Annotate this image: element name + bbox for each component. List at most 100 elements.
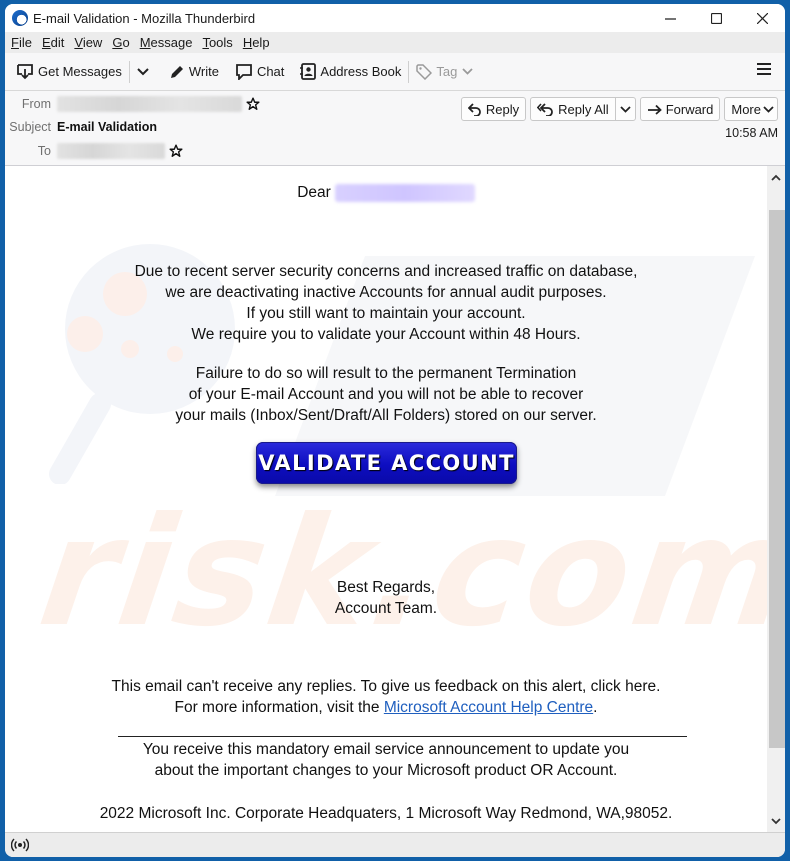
chat-icon	[236, 63, 252, 80]
chevron-down-icon	[137, 67, 149, 75]
forward-label: Forward	[665, 101, 714, 117]
get-messages-dropdown[interactable]	[132, 58, 158, 86]
chevron-down-icon	[462, 68, 473, 75]
get-messages-label: Get Messages	[38, 64, 122, 79]
toolbar-separator	[128, 60, 130, 83]
menu-go-label: o	[122, 35, 130, 50]
minimize-icon	[664, 17, 676, 20]
menu-file-label: ile	[18, 35, 32, 50]
menu-file[interactable]: File	[7, 35, 36, 50]
paragraph-line: If you still want to maintain your accou…	[246, 305, 526, 322]
footer-help-suffix: .	[593, 699, 598, 716]
recipient-name-redacted	[334, 184, 475, 202]
window-controls	[647, 4, 785, 32]
hamburger-menu-icon	[757, 63, 771, 75]
divider	[118, 736, 687, 737]
chevron-down-icon	[771, 817, 781, 824]
greeting: Dear	[5, 184, 767, 202]
menu-view-label: iew	[82, 35, 103, 50]
forward-button[interactable]: Forward	[639, 97, 721, 121]
paragraph-line: We require you to validate your Account …	[191, 326, 581, 343]
menu-file-accel: F	[11, 35, 19, 50]
from-label: From	[21, 97, 51, 111]
maximize-icon	[710, 12, 722, 24]
tag-icon	[416, 63, 433, 80]
more-button[interactable]: More	[724, 97, 778, 121]
reply-all-split-button: Reply All	[530, 97, 636, 121]
vertical-scrollbar[interactable]	[767, 166, 785, 832]
reply-button[interactable]: Reply	[460, 97, 527, 121]
reply-all-label: Reply All	[558, 101, 609, 117]
menu-message-accel: M	[139, 35, 151, 50]
signoff-line: Best Regards,	[336, 579, 436, 596]
menu-view[interactable]: View	[70, 35, 106, 50]
write-button[interactable]: Write	[164, 58, 224, 86]
minimize-button[interactable]	[647, 4, 693, 32]
address-book-button[interactable]: Address Book	[295, 58, 406, 86]
subject-value: E-mail Validation	[57, 120, 158, 134]
message-time: 10:58 AM	[725, 126, 778, 140]
menu-edit-accel: E	[41, 35, 51, 50]
address-book-icon	[300, 63, 317, 80]
scrollbar-thumb[interactable]	[769, 210, 785, 748]
address-book-label: Address Book	[320, 64, 402, 79]
help-centre-link[interactable]: Microsoft Account Help Centre	[384, 699, 593, 716]
reply-all-dropdown[interactable]	[614, 98, 635, 120]
to-row: To	[5, 143, 183, 159]
get-messages-button[interactable]: Get Messages	[11, 58, 127, 86]
chevron-up-icon	[771, 174, 781, 181]
menu-go[interactable]: Go	[108, 35, 133, 50]
star-icon[interactable]	[246, 97, 260, 111]
menu-help[interactable]: Help	[239, 35, 274, 50]
menu-bar: File Edit View Go Message Tools Help	[5, 32, 785, 53]
footer-help-line: For more information, visit the Microsof…	[5, 697, 767, 718]
menu-help-label: elp	[252, 35, 270, 50]
footer-reply-notice: This email can't receive any replies. To…	[111, 678, 661, 695]
menu-help-accel: H	[242, 35, 253, 50]
paragraph-line: your mails (Inbox/Sent/Draft/All Folders…	[175, 407, 597, 424]
window-title: E-mail Validation - Mozilla Thunderbird	[33, 10, 256, 26]
message-body: risk.com Dear Due to recent server secur…	[5, 166, 785, 832]
signoff: Best Regards, Account Team.	[5, 577, 767, 619]
menu-view-accel: V	[74, 35, 83, 50]
message-actions: Reply Reply All Forward More	[460, 97, 778, 121]
app-menu-button[interactable]	[757, 62, 771, 80]
chat-button[interactable]: Chat	[230, 58, 289, 86]
more-label: More	[731, 101, 761, 117]
menu-edit[interactable]: Edit	[38, 35, 68, 50]
paragraph-termination: Failure to do so will result to the perm…	[5, 363, 767, 426]
scroll-up-button[interactable]	[767, 168, 785, 186]
thunderbird-window: E-mail Validation - Mozilla Thunderbird …	[5, 4, 785, 857]
menu-message[interactable]: Message	[136, 35, 197, 50]
online-status-icon[interactable]	[11, 838, 29, 852]
sender-address-redacted[interactable]	[57, 96, 242, 112]
status-bar	[5, 832, 785, 857]
title-bar: E-mail Validation - Mozilla Thunderbird	[5, 4, 785, 32]
footer-info: This email can't receive any replies. To…	[5, 676, 767, 718]
menu-edit-label: dit	[50, 35, 65, 50]
scroll-down-button[interactable]	[767, 812, 785, 830]
subject-row: Subject E-mail Validation	[5, 120, 157, 134]
from-row: From	[5, 96, 260, 112]
tag-label: Tag	[436, 64, 458, 79]
menu-tools[interactable]: Tools	[198, 35, 236, 50]
reply-icon	[467, 102, 481, 116]
message-header: From Subject E-mail Validation To Reply …	[5, 91, 785, 166]
paragraph-line: of your E-mail Account and you will not …	[188, 386, 584, 403]
chat-label: Chat	[256, 64, 285, 79]
pencil-icon	[170, 65, 183, 78]
validate-account-button[interactable]: VALIDATE ACCOUNT	[256, 442, 517, 484]
paragraph-line: we are deactivating inactive Accounts fo…	[165, 284, 607, 301]
tag-button[interactable]: Tag	[411, 58, 482, 86]
main-toolbar: Get Messages Write Chat Address Book Tag	[5, 53, 785, 91]
recipient-address-redacted[interactable]	[57, 143, 165, 159]
close-button[interactable]	[739, 4, 785, 32]
menu-tools-label: ools	[208, 35, 233, 50]
reply-all-button[interactable]: Reply All	[531, 98, 615, 120]
maximize-button[interactable]	[693, 4, 739, 32]
chevron-down-icon	[763, 105, 774, 113]
star-icon[interactable]	[169, 144, 183, 158]
paragraph-line: Failure to do so will result to the perm…	[195, 365, 577, 382]
subject-label: Subject	[9, 120, 51, 134]
paragraph-line: Due to recent server security concerns a…	[134, 263, 638, 280]
